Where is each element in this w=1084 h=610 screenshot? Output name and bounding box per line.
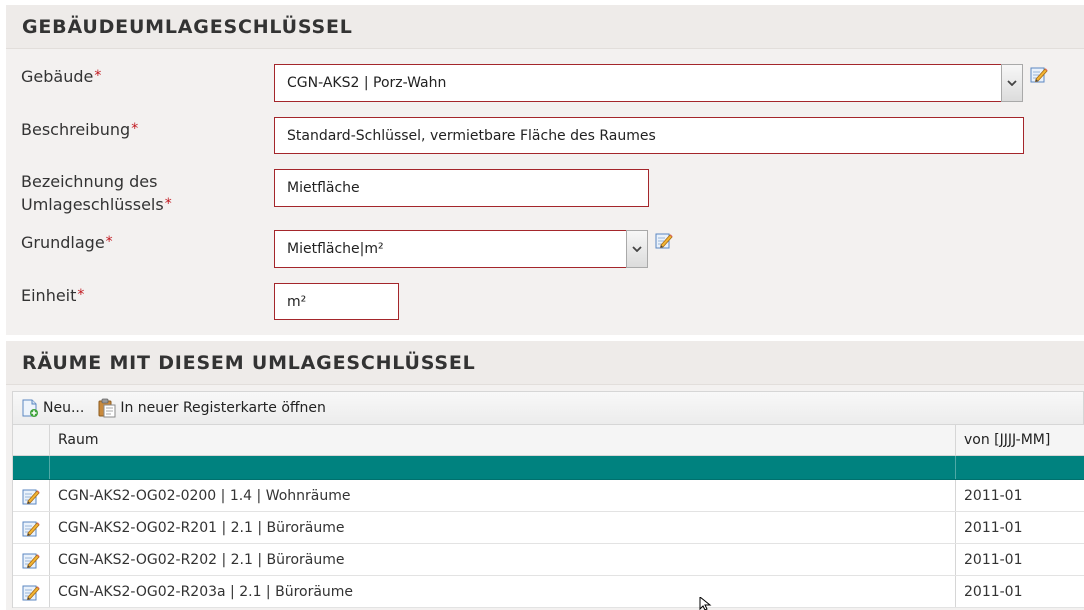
bezeichnung-input[interactable]: Mietfläche [274,169,649,207]
required-mark: * [105,234,113,250]
building-key-title: GEBÄUDEUMLAGESCHLÜSSEL [6,5,1084,49]
gebaeude-select[interactable]: CGN-AKS2 | Porz-Wahn [274,64,1002,102]
column-header-raum[interactable]: Raum [50,425,956,455]
beschreibung-label: Beschreibung* [21,120,139,139]
column-header-von[interactable]: von [JJJJ-MM] [956,425,1084,455]
grid-toolbar: Neu... In neuer Registerkarte öffnen [12,391,1084,425]
header-icon-cell [13,425,50,455]
pencil-edit-icon[interactable] [1030,65,1048,83]
row-raum: CGN-AKS2-OG02-R203a | 2.1 | Büroräume [50,576,956,607]
new-document-icon [22,399,38,417]
chevron-down-icon [632,246,642,252]
table-row[interactable]: CGN-AKS2-OG02-R203a | 2.1 | Büroräume 20… [13,576,1084,608]
row-von: 2011-01 [964,487,1023,504]
gebaeude-dropdown-button[interactable] [1001,64,1023,102]
pencil-edit-icon[interactable] [22,519,40,537]
row-raum: CGN-AKS2-OG02-R202 | 2.1 | Büroräume [50,544,956,575]
chevron-down-icon [1007,80,1017,86]
grundlage-select[interactable]: Mietfläche|m² [274,230,627,268]
new-button[interactable]: Neu... [21,399,84,417]
building-key-panel: GEBÄUDEUMLAGESCHLÜSSEL Gebäude* CGN-AKS2… [6,5,1084,335]
einheit-label: Einheit* [21,286,85,305]
bezeichnung-label: Bezeichnung des Umlageschlüssels* [21,172,172,214]
open-in-new-tab-button[interactable]: In neuer Registerkarte öffnen [98,398,326,418]
grundlage-dropdown-button[interactable] [626,230,648,268]
required-mark: * [94,68,102,84]
clipboard-icon [98,398,116,418]
beschreibung-input[interactable]: Standard-Schlüssel, vermietbare Fläche d… [274,117,1024,154]
open-in-new-tab-label: In neuer Registerkarte öffnen [120,400,326,416]
grid-header-row: Raum von [JJJJ-MM] [13,425,1084,456]
pencil-edit-icon[interactable] [655,231,673,249]
row-von: 2011-01 [964,583,1023,600]
grundlage-label: Grundlage* [21,233,113,252]
row-raum: CGN-AKS2-OG02-R201 | 2.1 | Büroräume [50,512,956,543]
table-row[interactable]: CGN-AKS2-OG02-R202 | 2.1 | Büroräume 201… [13,544,1084,576]
table-row[interactable]: CGN-AKS2-OG02-R201 | 2.1 | Büroräume 201… [13,512,1084,544]
required-mark: * [131,121,139,137]
required-mark: * [164,196,172,212]
pencil-edit-icon[interactable] [22,487,40,505]
gebaeude-label: Gebäude* [21,67,102,86]
rooms-grid: Raum von [JJJJ-MM] CGN-AKS2-OG02-0200 | … [12,425,1084,608]
row-raum: CGN-AKS2-OG02-0200 | 1.4 | Wohnräume [50,480,956,511]
rooms-panel: RÄUME MIT DIESEM UMLAGESCHLÜSSEL Neu... … [6,341,1084,610]
table-row[interactable]: CGN-AKS2-OG02-0200 | 1.4 | Wohnräume 201… [13,480,1084,512]
pencil-edit-icon[interactable] [22,583,40,601]
einheit-input[interactable]: m² [274,283,399,320]
rooms-panel-title: RÄUME MIT DIESEM UMLAGESCHLÜSSEL [6,341,1084,385]
row-von: 2011-01 [964,551,1023,568]
new-button-label: Neu... [43,400,85,416]
grid-filter-row[interactable] [13,456,1084,480]
required-mark: * [77,287,85,303]
pencil-edit-icon[interactable] [22,551,40,569]
mouse-cursor-icon [699,597,712,610]
row-von: 2011-01 [964,519,1023,536]
